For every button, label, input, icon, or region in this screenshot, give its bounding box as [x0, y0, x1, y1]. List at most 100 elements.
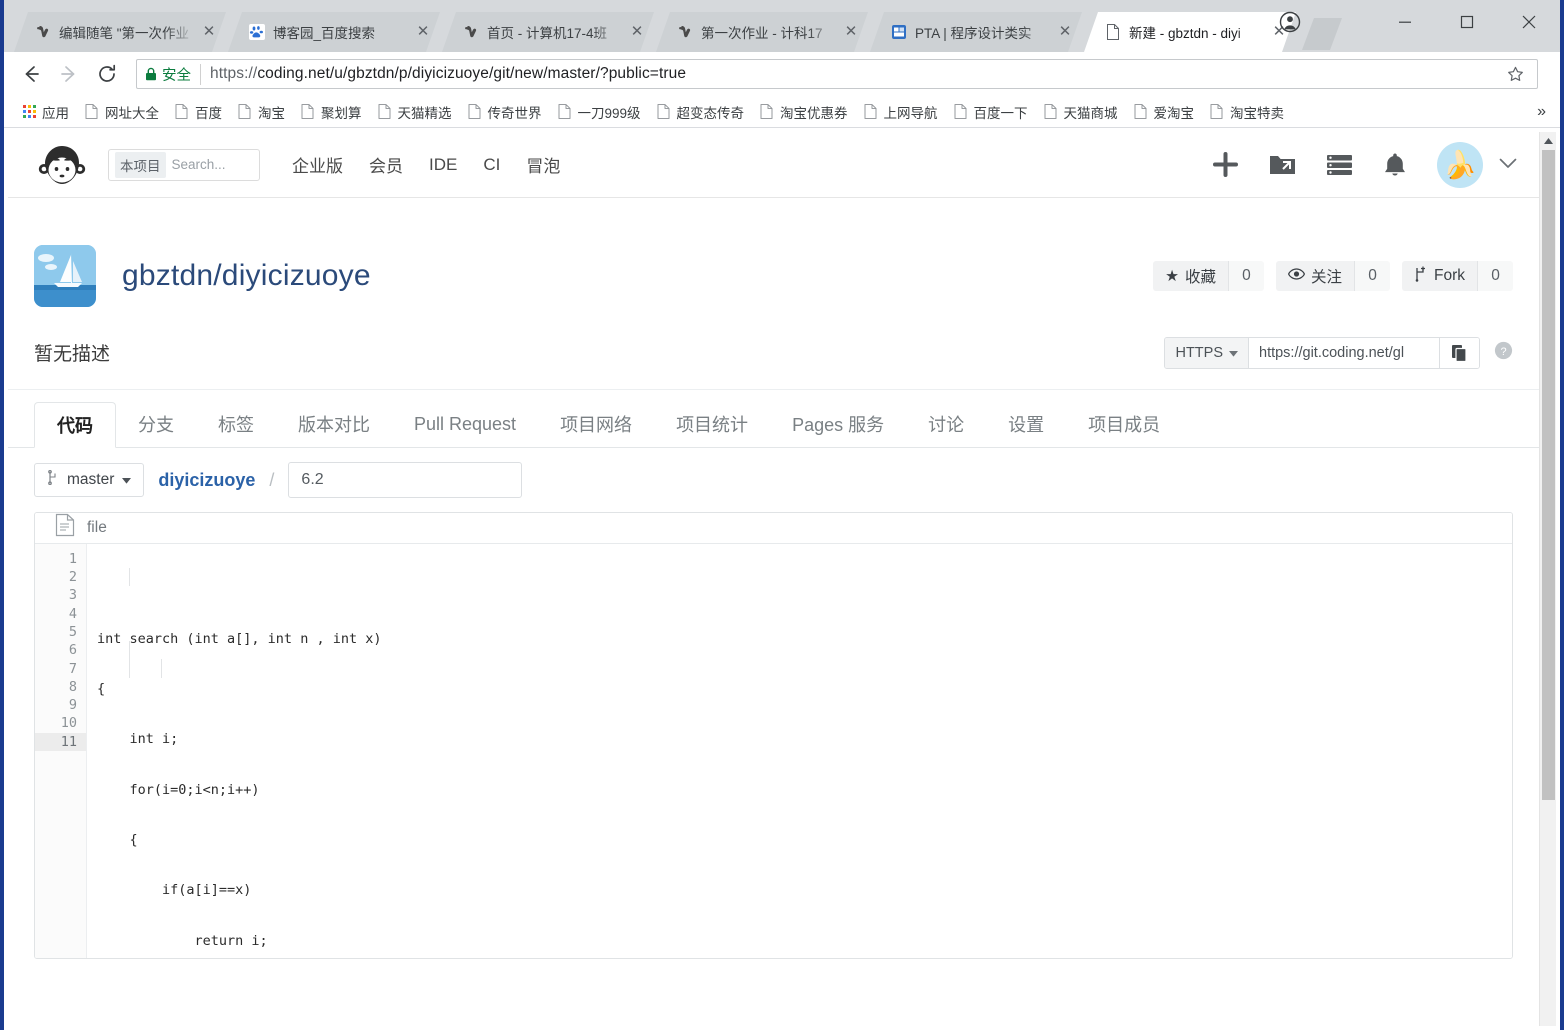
bookmark-item[interactable]: 天猫精选: [371, 99, 459, 125]
watch-button[interactable]: 关注: [1275, 261, 1354, 291]
bookmark-item[interactable]: 天猫商城: [1037, 99, 1125, 125]
site-nav-item-member[interactable]: 会员: [369, 152, 403, 177]
browser-tab[interactable]: 首页 - 计算机17-4班 ✕: [442, 12, 654, 52]
back-button[interactable]: [14, 57, 48, 91]
tab-close-icon[interactable]: ✕: [414, 23, 432, 41]
code-text[interactable]: int search (int a[], int n , int x) { in…: [87, 544, 1512, 958]
browser-tab-active[interactable]: 新建 - gbztdn - diyi ✕: [1084, 12, 1296, 52]
tab-compare[interactable]: 版本对比: [276, 401, 392, 447]
page-icon: [468, 103, 482, 120]
browser-tab[interactable]: 博客园_百度搜索 ✕: [228, 12, 440, 52]
site-nav-item-maopao[interactable]: 冒泡: [526, 152, 560, 177]
star-icon: ★: [1165, 267, 1179, 285]
page-viewport: 本项目 Search... 企业版 会员 IDE CI 冒泡 🍌 gbztdn/…: [8, 132, 1556, 1026]
maximize-button[interactable]: [1436, 0, 1498, 44]
bookmark-label: 百度: [195, 105, 222, 121]
site-nav-item-ci[interactable]: CI: [483, 155, 500, 175]
fork-count[interactable]: 0: [1477, 261, 1513, 291]
protocol-select[interactable]: HTTPS: [1165, 337, 1249, 368]
tab-close-icon[interactable]: ✕: [200, 23, 218, 41]
editor-tab-label[interactable]: file: [87, 519, 107, 537]
tab-settings[interactable]: 设置: [986, 401, 1066, 447]
breadcrumb-repo[interactable]: diyicizuoye: [158, 470, 255, 491]
search-input[interactable]: 本项目 Search...: [108, 148, 260, 181]
tab-code[interactable]: 代码: [34, 402, 116, 448]
page-icon: [175, 103, 189, 120]
protocol-label: HTTPS: [1175, 344, 1223, 361]
tab-strip: 编辑随笔 "第一次作业 ✕ 博客园_百度搜索 ✕ 首页 - 计算机17-4班 ✕…: [4, 0, 1560, 52]
profile-icon[interactable]: [1268, 0, 1312, 44]
code-line: int search (int a[], int n , int x): [97, 630, 382, 647]
code-line: for(i=0;i<n;i++): [97, 781, 260, 798]
help-icon[interactable]: ?: [1494, 341, 1513, 365]
address-bar[interactable]: 安全 https://coding.net/u/gbztdn/p/diyiciz…: [136, 59, 1538, 89]
tab-discussion[interactable]: 讨论: [906, 401, 986, 447]
bookmark-item[interactable]: 传奇世界: [461, 99, 549, 125]
filename-input[interactable]: 6.2: [288, 462, 523, 498]
bookmark-item[interactable]: 聚划算: [294, 99, 369, 125]
fork-button[interactable]: Fork: [1402, 261, 1477, 291]
bookmark-star-icon[interactable]: [1501, 60, 1529, 88]
project-folder-icon[interactable]: [1269, 152, 1296, 177]
browser-tab[interactable]: PTA | 程序设计类实 ✕: [870, 12, 1082, 52]
clone-control: HTTPS https://git.coding.net/gl: [1164, 336, 1480, 369]
tab-pages-service[interactable]: Pages 服务: [770, 401, 906, 447]
bookmark-item[interactable]: 淘宝: [231, 99, 292, 125]
tab-close-icon[interactable]: ✕: [628, 23, 646, 41]
page-icon: [864, 103, 878, 120]
minimize-button[interactable]: [1374, 0, 1436, 44]
bookmark-apps[interactable]: 应用: [16, 99, 76, 125]
scroll-up-arrow-icon[interactable]: [1540, 132, 1556, 149]
bookmarks-overflow-button[interactable]: »: [1529, 103, 1554, 121]
bookmark-item[interactable]: 超变态传奇: [650, 99, 752, 125]
tab-network[interactable]: 项目网络: [538, 401, 654, 447]
line-number: 2: [68, 569, 77, 586]
site-nav-item-ide[interactable]: IDE: [429, 155, 457, 175]
copy-icon[interactable]: [1439, 337, 1479, 368]
line-number: 7: [68, 660, 77, 677]
browser-tab[interactable]: 编辑随笔 "第一次作业 ✕: [14, 12, 226, 52]
star-count[interactable]: 0: [1227, 261, 1264, 291]
tab-members[interactable]: 项目成员: [1066, 401, 1182, 447]
bookmark-item[interactable]: 百度: [168, 99, 229, 125]
scrollbar-thumb[interactable]: [1542, 150, 1555, 800]
tab-pull-request[interactable]: Pull Request: [392, 401, 538, 447]
bookmark-item[interactable]: 爱淘宝: [1127, 99, 1202, 125]
code-line: if(a[i]==x): [97, 882, 252, 899]
tab-close-icon[interactable]: ✕: [1056, 23, 1074, 41]
browser-tab[interactable]: 第一次作业 - 计科17 ✕: [656, 12, 868, 52]
cnblogs-icon: [462, 23, 480, 41]
bookmark-item[interactable]: 网址大全: [78, 99, 166, 125]
server-list-icon[interactable]: [1326, 153, 1353, 176]
reload-button[interactable]: [90, 57, 124, 91]
close-button[interactable]: [1498, 0, 1560, 44]
page-scrollbar[interactable]: [1539, 132, 1556, 1026]
tab-statistics[interactable]: 项目统计: [654, 401, 770, 447]
code-area[interactable]: 1 2 3 4 5 6 7 8 9 10 11 int search (int …: [35, 543, 1512, 958]
bookmark-item[interactable]: 百度一下: [947, 99, 1035, 125]
plus-icon[interactable]: [1212, 151, 1239, 178]
tab-tags[interactable]: 标签: [196, 401, 276, 447]
tab-close-icon[interactable]: ✕: [842, 23, 860, 41]
watch-count[interactable]: 0: [1354, 261, 1390, 291]
bookmark-item[interactable]: 一刀999级: [551, 99, 648, 125]
tab-branches[interactable]: 分支: [116, 401, 196, 447]
site-header: 本项目 Search... 企业版 会员 IDE CI 冒泡 🍌: [8, 132, 1539, 198]
branch-select[interactable]: master: [34, 463, 145, 497]
forward-button[interactable]: [52, 57, 86, 91]
avatar[interactable]: 🍌: [1437, 141, 1483, 188]
star-button[interactable]: ★ 收藏: [1153, 261, 1228, 291]
bookmark-label: 淘宝: [258, 105, 285, 121]
bell-icon[interactable]: [1383, 152, 1407, 178]
tab-title: PTA | 程序设计类实: [915, 26, 1032, 41]
header-actions: 🍌: [1212, 141, 1517, 188]
bookmark-label: 上网导航: [883, 105, 938, 121]
chevron-down-icon[interactable]: [1499, 156, 1517, 173]
clone-url-input[interactable]: https://git.coding.net/gl: [1249, 337, 1439, 368]
site-nav-item-enterprise[interactable]: 企业版: [292, 152, 343, 177]
bookmark-item[interactable]: 淘宝优惠券: [753, 99, 855, 125]
bookmark-item[interactable]: 淘宝特卖: [1203, 99, 1291, 125]
site-nav: 企业版 会员 IDE CI 冒泡: [292, 152, 560, 177]
bookmark-item[interactable]: 上网导航: [857, 99, 945, 125]
coding-monkey-logo[interactable]: [34, 143, 90, 187]
